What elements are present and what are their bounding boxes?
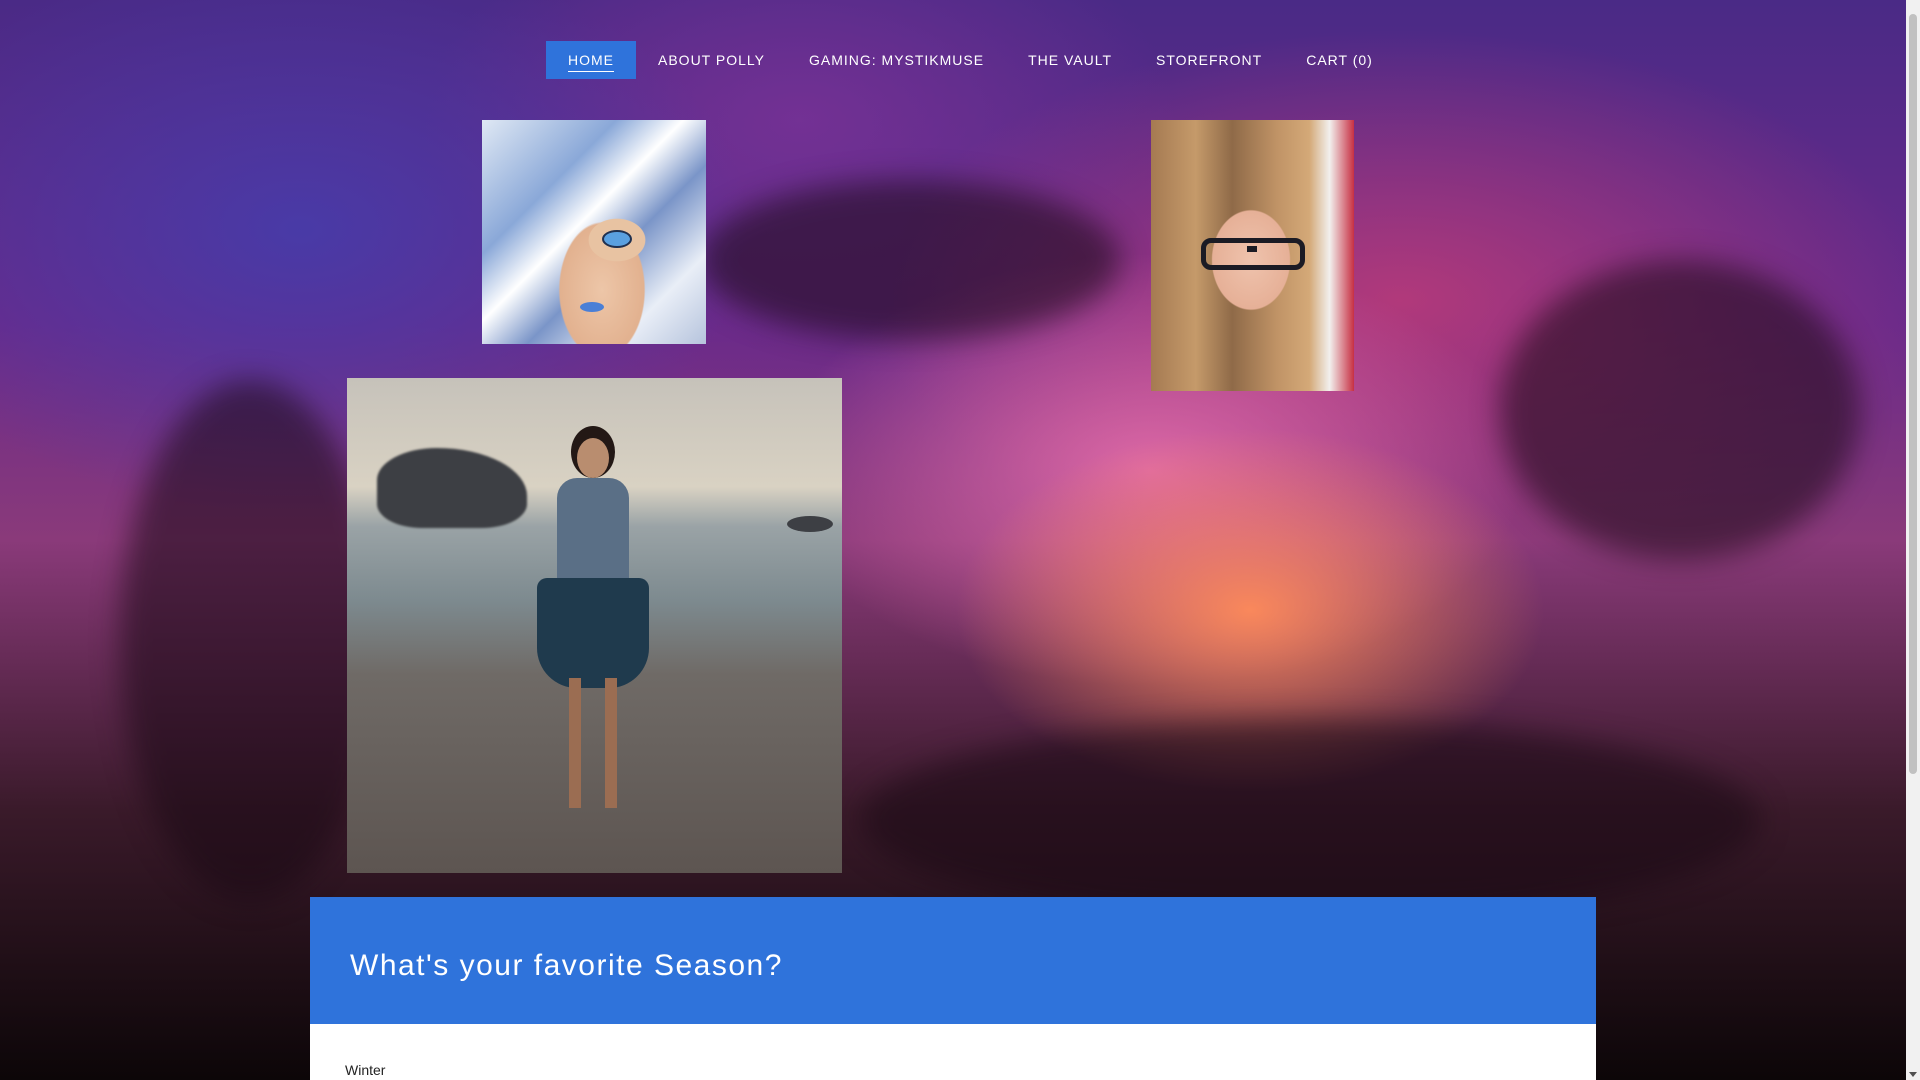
- main-nav: HOME ABOUT POLLY GAMING: MYSTIKMUSE THE …: [546, 41, 1395, 79]
- poll-title: What's your favorite Season?: [350, 949, 783, 982]
- glasses: [1201, 238, 1305, 270]
- nav-home[interactable]: HOME: [546, 41, 636, 79]
- scrollbar-thumb[interactable]: [1909, 14, 1917, 774]
- tree-silhouette: [860, 720, 1760, 920]
- nav-the-vault[interactable]: THE VAULT: [1006, 41, 1134, 79]
- poll-header: What's your favorite Season?: [310, 897, 1596, 1024]
- anime-avatar-image: [482, 120, 706, 344]
- sim-dress: [537, 578, 649, 688]
- tree-silhouette: [120, 380, 380, 900]
- nav-about-polly[interactable]: ABOUT POLLY: [636, 41, 787, 79]
- nav-cart[interactable]: CART (0): [1284, 41, 1395, 79]
- sim-legs: [569, 678, 617, 808]
- selfie-image: [1151, 120, 1354, 391]
- nav-gaming-mystikmuse[interactable]: GAMING: MYSTIKMUSE: [787, 41, 1006, 79]
- tree-silhouette: [1500, 260, 1860, 560]
- glasses-bridge: [1247, 246, 1257, 252]
- sim-character-image: [347, 378, 842, 873]
- sea-rock: [377, 448, 527, 528]
- scroll-down-arrow-icon[interactable]: [1909, 1072, 1917, 1077]
- nav-home-label: HOME: [568, 52, 614, 72]
- anime-lips: [580, 302, 604, 312]
- poll-body: Winter: [310, 1024, 1596, 1080]
- poll-option-winter[interactable]: Winter: [345, 1062, 385, 1078]
- anime-eye: [602, 230, 632, 248]
- nav-storefront[interactable]: STOREFRONT: [1134, 41, 1284, 79]
- tree-silhouette: [700, 180, 1120, 340]
- page-scrollbar[interactable]: [1906, 0, 1920, 1080]
- sim-head: [577, 438, 609, 478]
- sea-rock-small: [787, 516, 833, 532]
